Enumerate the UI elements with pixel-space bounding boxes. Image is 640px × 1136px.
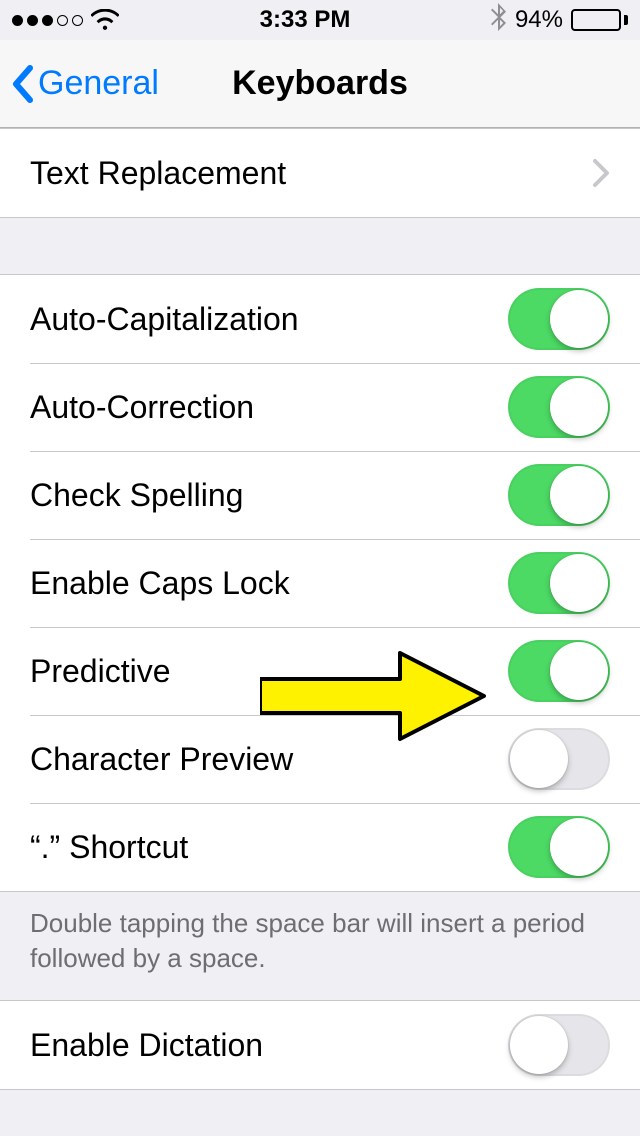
period-shortcut-switch[interactable]	[508, 816, 610, 878]
cell-label: Character Preview	[30, 741, 293, 778]
battery-percent-label: 94%	[515, 6, 563, 34]
cell-label: Enable Caps Lock	[30, 565, 290, 602]
check-spelling-switch[interactable]	[508, 464, 610, 526]
cell-label: Auto-Correction	[30, 389, 254, 426]
bluetooth-icon	[491, 3, 507, 38]
cell-label: Predictive	[30, 653, 171, 690]
character-preview-switch[interactable]	[508, 728, 610, 790]
chevron-left-icon	[10, 64, 34, 104]
cell-label: Text Replacement	[30, 155, 286, 192]
nav-bar: General Keyboards	[0, 40, 640, 128]
battery-icon	[571, 9, 628, 31]
back-label: General	[38, 64, 159, 103]
cell-label: Check Spelling	[30, 477, 243, 514]
text-replacement-row[interactable]: Text Replacement	[0, 129, 640, 217]
group-top: Text Replacement	[0, 128, 640, 218]
wifi-icon	[91, 9, 119, 31]
page-title: Keyboards	[232, 64, 408, 103]
enable-caps-lock-row: Enable Caps Lock	[0, 539, 640, 627]
chevron-right-icon	[592, 158, 610, 188]
cellular-signal-icon	[12, 15, 83, 26]
status-bar: 3:33 PM 94%	[0, 0, 640, 40]
back-button[interactable]: General	[10, 40, 159, 127]
auto-capitalization-row: Auto-Capitalization	[0, 275, 640, 363]
cell-label: Enable Dictation	[30, 1027, 263, 1064]
period-shortcut-row: “.” Shortcut	[0, 803, 640, 891]
group-keyboard-toggles: Auto-Capitalization Auto-Correction Chec…	[0, 274, 640, 892]
group-dictation: Enable Dictation	[0, 1000, 640, 1090]
enable-caps-lock-switch[interactable]	[508, 552, 610, 614]
cell-label: Auto-Capitalization	[30, 301, 299, 338]
predictive-switch[interactable]	[508, 640, 610, 702]
group-footer-text: Double tapping the space bar will insert…	[0, 892, 640, 1000]
auto-correction-switch[interactable]	[508, 376, 610, 438]
auto-capitalization-switch[interactable]	[508, 288, 610, 350]
predictive-row: Predictive	[0, 627, 640, 715]
check-spelling-row: Check Spelling	[0, 451, 640, 539]
status-time: 3:33 PM	[260, 6, 351, 34]
enable-dictation-switch[interactable]	[508, 1014, 610, 1076]
cell-label: “.” Shortcut	[30, 829, 188, 866]
character-preview-row: Character Preview	[0, 715, 640, 803]
enable-dictation-row: Enable Dictation	[0, 1001, 640, 1089]
auto-correction-row: Auto-Correction	[0, 363, 640, 451]
